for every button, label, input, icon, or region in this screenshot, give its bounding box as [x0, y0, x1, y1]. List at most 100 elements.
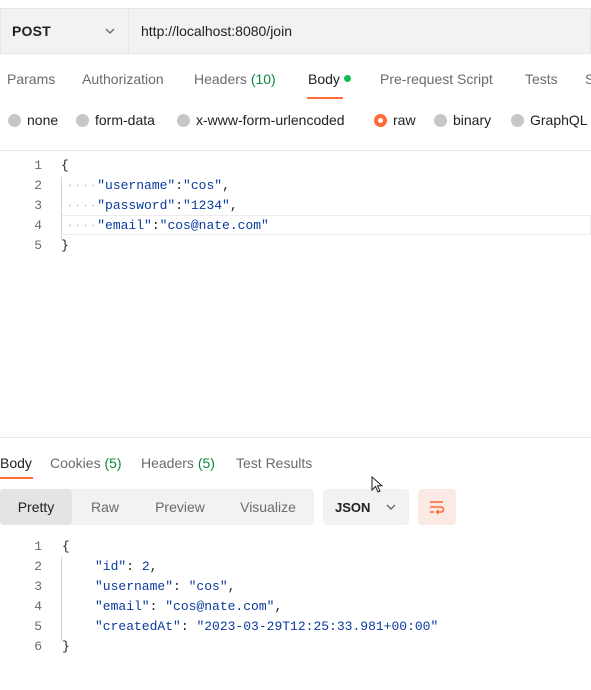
json-key: "password" — [97, 198, 176, 213]
code-line: 6 } — [0, 637, 591, 657]
active-tab-underline — [307, 97, 343, 99]
radio-binary[interactable]: binary — [434, 112, 491, 128]
line-number: 3 — [34, 579, 42, 594]
radio-label: GraphQL — [530, 112, 588, 128]
response-format-select[interactable]: JSON — [323, 489, 409, 525]
response-body-viewer[interactable]: 1 { 2 "id": 2, 3 "username": "cos", 4 "e… — [0, 537, 591, 667]
json-key: "username" — [95, 579, 174, 594]
json-value: "1234" — [183, 198, 230, 213]
json-sep: : — [180, 619, 197, 634]
radio-graphql[interactable]: GraphQL — [511, 112, 588, 128]
line-number: 3 — [34, 198, 42, 213]
chevron-down-icon — [105, 28, 115, 34]
line-number: 4 — [34, 599, 42, 614]
modified-dot-icon — [343, 75, 351, 82]
method-label: POST — [12, 23, 51, 39]
json-comma: , — [274, 599, 283, 614]
json-value: "cos" — [188, 579, 228, 594]
radio-none[interactable]: none — [8, 112, 58, 128]
tab-headers[interactable]: Headers (10) — [194, 71, 276, 87]
tab-label: Authorization — [82, 71, 164, 87]
radio-x-www-form-urlencoded[interactable]: x-www-form-urlencoded — [177, 112, 345, 128]
tab-label: Headers — [194, 71, 247, 87]
close-brace: } — [62, 639, 70, 654]
view-mode-group: Pretty Raw Preview Visualize — [0, 489, 314, 525]
tab-label: Test Results — [236, 455, 313, 471]
radio-label: raw — [393, 112, 416, 128]
chevron-down-icon — [386, 504, 396, 510]
tab-count: (5) — [197, 455, 215, 471]
active-tab-underline — [0, 477, 33, 479]
radio-label: x-www-form-urlencoded — [196, 112, 345, 128]
json-sep: : — [173, 579, 189, 594]
tab-label: Params — [7, 71, 56, 87]
json-key: "createdAt" — [95, 619, 181, 634]
tab-label: Headers — [141, 455, 194, 471]
tab-label: Body — [0, 455, 32, 471]
tab-response-body[interactable]: Body — [0, 455, 32, 471]
json-comma: , — [222, 178, 230, 193]
tab-tests[interactable]: Tests — [525, 71, 558, 87]
view-label: Pretty — [17, 499, 55, 515]
tab-label: Tests — [525, 71, 558, 87]
radio-circle-icon — [8, 113, 21, 127]
json-sep: : — [175, 198, 184, 213]
open-brace: { — [62, 539, 70, 554]
view-raw-button[interactable]: Raw — [72, 489, 138, 525]
json-comma: , — [229, 198, 238, 213]
line-number: 6 — [34, 639, 42, 654]
line-number: 1 — [34, 158, 42, 173]
url-input[interactable]: http://localhost:8080/join — [128, 8, 591, 54]
whitespace-dots: ···· — [66, 198, 98, 213]
json-key: "username" — [97, 178, 176, 193]
tab-authorization[interactable]: Authorization — [82, 71, 164, 87]
view-label: Raw — [90, 499, 119, 515]
radio-circle-icon — [434, 113, 447, 127]
tab-test-results[interactable]: Test Results — [236, 455, 312, 471]
json-comma: , — [227, 579, 236, 594]
url-text: http://localhost:8080/join — [141, 23, 292, 39]
json-sep: : — [126, 559, 142, 574]
json-key: "email" — [95, 599, 150, 614]
json-key: "id" — [95, 559, 127, 574]
tab-params[interactable]: Params — [7, 71, 55, 87]
line-number: 5 — [34, 238, 42, 253]
json-sep: : — [149, 599, 166, 614]
radio-form-data[interactable]: form-data — [76, 112, 155, 128]
json-sep: : — [175, 178, 184, 193]
code-line: 3 ····"password":"1234", — [0, 196, 591, 216]
view-label: Visualize — [240, 499, 296, 515]
view-visualize-button[interactable]: Visualize — [222, 489, 314, 525]
response-toolbar: Pretty Raw Preview Visualize JSON — [0, 489, 591, 525]
response-tabs: Body Cookies (5) Headers (5) Test Result… — [0, 446, 591, 480]
wrap-lines-button[interactable] — [418, 489, 456, 525]
tab-pre-request-script[interactable]: Pre-request Script — [380, 71, 493, 87]
line-number: 5 — [34, 619, 42, 634]
method-select[interactable]: POST — [0, 8, 128, 54]
json-value: "cos@nate.com" — [165, 599, 275, 614]
request-body-editor[interactable]: 1 { 2 ····"username":"cos", 3 ····"passw… — [0, 150, 591, 438]
format-label: JSON — [335, 499, 371, 515]
tab-settings[interactable]: S — [585, 71, 591, 87]
line-number: 1 — [34, 539, 42, 554]
tab-label: Cookies — [50, 455, 101, 471]
code-line: 3 "username": "cos", — [0, 577, 591, 597]
body-type-options: none form-data x-www-form-urlencoded raw… — [0, 108, 591, 134]
tab-count: (10) — [250, 71, 276, 87]
json-value: "cos@nate.com" — [159, 218, 269, 233]
line-number: 4 — [34, 218, 42, 233]
view-preview-button[interactable]: Preview — [138, 489, 222, 525]
radio-label: none — [27, 112, 59, 128]
view-pretty-button[interactable]: Pretty — [0, 489, 72, 525]
code-line: 4 ····"email":"cos@nate.com" — [0, 216, 591, 236]
code-line: 1 { — [0, 156, 591, 176]
tab-label: Body — [308, 71, 340, 87]
tab-cookies[interactable]: Cookies (5) — [50, 455, 122, 471]
radio-label: binary — [453, 112, 492, 128]
json-value: "cos" — [183, 178, 223, 193]
tab-body[interactable]: Body — [308, 71, 351, 87]
tab-response-headers[interactable]: Headers (5) — [141, 455, 215, 471]
request-tabs: Params Authorization Headers (10) Body P… — [0, 62, 591, 99]
json-key: "email" — [97, 218, 152, 233]
radio-raw[interactable]: raw — [374, 112, 416, 128]
